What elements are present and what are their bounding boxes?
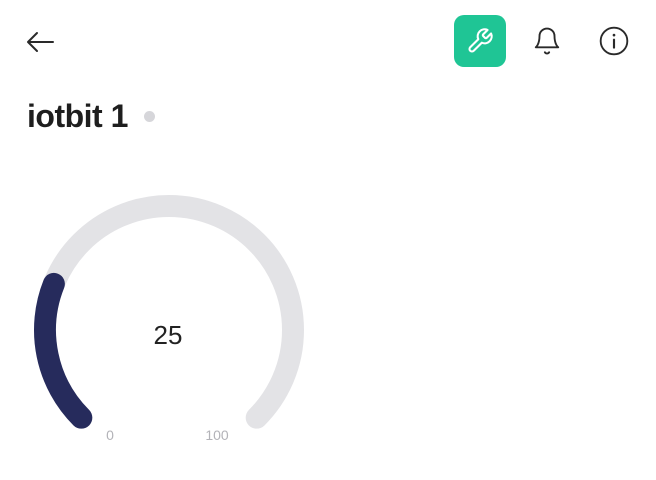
gauge-track <box>34 195 304 429</box>
gauge-max-label: 100 <box>205 427 229 443</box>
arrow-left-icon <box>27 32 54 52</box>
settings-button[interactable] <box>454 15 506 67</box>
info-button[interactable] <box>588 15 640 67</box>
back-button[interactable] <box>20 24 60 60</box>
gauge-fill <box>34 272 93 429</box>
info-icon <box>599 26 629 56</box>
gauge-svg: 25 0 100 <box>34 195 304 443</box>
bell-icon <box>534 27 560 55</box>
header-toolbar <box>439 15 640 67</box>
wrench-icon <box>468 28 493 53</box>
device-name: iotbit 1 <box>27 98 128 134</box>
gauge-widget: 25 0 100 <box>20 180 320 460</box>
status-dot <box>143 111 155 122</box>
device-header: iotbit 1 <box>27 98 155 135</box>
gauge-value: 25 <box>154 320 183 350</box>
notifications-button[interactable] <box>521 15 573 67</box>
gauge-min-label: 0 <box>106 427 114 443</box>
